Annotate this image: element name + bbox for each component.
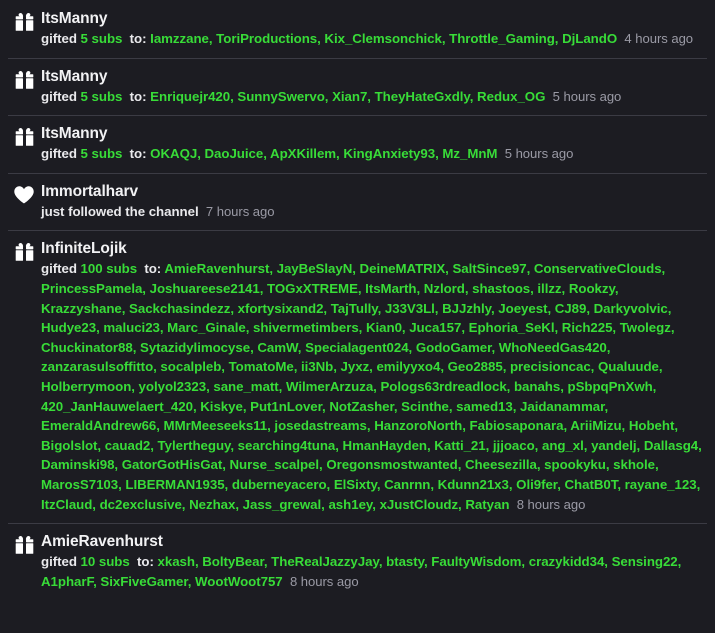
- text-gap: [509, 497, 516, 512]
- event-body: ItsManny gifted 5 subs to: Enriquejr420, …: [39, 67, 705, 107]
- gift-icon: [9, 9, 39, 32]
- gift-icon-svg: [15, 536, 33, 554]
- activity-event: InfiniteLojik gifted 100 subs to: AmieRav…: [0, 230, 715, 523]
- gift-icon: [9, 124, 39, 147]
- gift-verb: gifted: [41, 146, 77, 162]
- to-label: to:: [129, 31, 147, 46]
- text-gap: [122, 146, 129, 161]
- event-body: ItsManny gifted 5 subs to: Iamzzane, Tori…: [39, 9, 705, 49]
- gift-icon: [9, 239, 39, 262]
- gift-verb: gifted: [41, 554, 77, 570]
- event-timestamp: 8 hours ago: [289, 573, 359, 589]
- gift-icon-svg: [15, 13, 33, 31]
- gift-icon-svg: [15, 70, 33, 89]
- to-label: to:: [129, 88, 147, 104]
- event-actor-name[interactable]: Immortalharv: [41, 182, 705, 201]
- event-timestamp: 5 hours ago: [552, 88, 622, 104]
- event-actor-name[interactable]: InfiniteLojik: [41, 239, 705, 258]
- gift-count: 5 subs: [80, 31, 123, 46]
- event-detail: gifted 5 subs to: Iamzzane, ToriProducti…: [41, 29, 705, 49]
- follow-text: just followed the channel: [41, 203, 199, 219]
- event-actor-name[interactable]: AmieRavenhurst: [41, 532, 705, 551]
- event-timestamp: 7 hours ago: [205, 203, 275, 219]
- event-detail: gifted 5 subs to: Enriquejr420, SunnySwe…: [41, 87, 705, 107]
- event-detail: gifted 5 subs to: OKAQJ, DaoJuice, ApXKi…: [41, 144, 705, 164]
- gift-count: 5 subs: [80, 146, 123, 162]
- event-timestamp: 8 hours ago: [516, 496, 586, 512]
- heart-icon-svg: [14, 185, 34, 204]
- activity-event: Immortalharv just followed the channel 7 …: [0, 172, 715, 231]
- gift-icon-svg: [15, 128, 33, 146]
- event-body: AmieRavenhurst gifted 10 subs to: xkash, …: [39, 532, 705, 591]
- gift-verb: gifted: [41, 31, 77, 46]
- gift-recipients[interactable]: Iamzzane, ToriProductions, Kix_Clemsonch…: [150, 31, 617, 46]
- event-body: Immortalharv just followed the channel 7 …: [39, 182, 705, 222]
- heart-icon: [9, 182, 39, 205]
- event-detail: gifted 10 subs to: xkash, BoltyBear, The…: [41, 552, 705, 591]
- event-body: ItsManny gifted 5 subs to: OKAQJ, DaoJuic…: [39, 124, 705, 164]
- activity-event: ItsManny gifted 5 subs to: Enriquejr420, …: [0, 57, 715, 116]
- to-label: to:: [137, 554, 154, 570]
- gift-icon-svg: [15, 243, 33, 262]
- gift-recipients[interactable]: AmieRavenhurst, JayBeSlayN, DeineMATRIX,…: [41, 261, 702, 511]
- text-gap: [122, 31, 129, 46]
- gift-recipients[interactable]: Enriquejr420, SunnySwervo, Xian7, TheyHa…: [150, 89, 545, 104]
- activity-event: ItsManny gifted 5 subs to: OKAQJ, DaoJuic…: [0, 115, 715, 173]
- activity-event: ItsManny gifted 5 subs to: Iamzzane, Tori…: [0, 0, 715, 58]
- gift-count: 100 subs: [80, 261, 138, 277]
- gift-verb: gifted: [41, 261, 77, 277]
- to-label: to:: [144, 261, 162, 277]
- event-actor-name[interactable]: ItsManny: [41, 124, 705, 143]
- gift-count: 5 subs: [80, 88, 123, 104]
- event-actor-name[interactable]: ItsManny: [41, 9, 705, 28]
- text-gap: [283, 574, 290, 589]
- to-label: to:: [129, 146, 147, 162]
- event-actor-name[interactable]: ItsManny: [41, 67, 705, 86]
- gift-recipients[interactable]: OKAQJ, DaoJuice, ApXKillem, KingAnxiety9…: [150, 146, 497, 161]
- text-gap: [545, 89, 552, 104]
- gift-icon: [9, 532, 39, 555]
- event-detail: just followed the channel 7 hours ago: [41, 202, 705, 222]
- text-gap: [130, 554, 137, 569]
- gift-icon: [9, 67, 39, 90]
- activity-feed[interactable]: ItsManny gifted 5 subs to: Iamzzane, Tori…: [0, 0, 715, 633]
- event-timestamp: 5 hours ago: [504, 146, 574, 162]
- gift-verb: gifted: [41, 88, 77, 104]
- activity-event: AmieRavenhurst gifted 10 subs to: xkash, …: [0, 523, 715, 600]
- text-gap: [199, 204, 206, 219]
- event-detail: gifted 100 subs to: AmieRavenhurst, JayB…: [41, 259, 705, 514]
- gift-count: 10 subs: [80, 554, 130, 570]
- text-gap: [497, 146, 504, 161]
- event-timestamp: 4 hours ago: [624, 31, 694, 46]
- text-gap: [122, 89, 129, 104]
- event-body: InfiniteLojik gifted 100 subs to: AmieRav…: [39, 239, 705, 514]
